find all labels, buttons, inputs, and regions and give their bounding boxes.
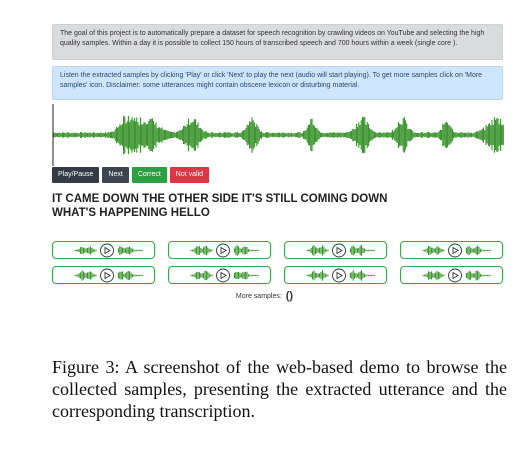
not-valid-button[interactable]: Not valid	[169, 167, 210, 183]
sample-item[interactable]	[284, 241, 387, 259]
play-icon	[332, 268, 346, 283]
sample-item[interactable]	[284, 266, 387, 284]
play-icon	[100, 243, 114, 258]
sample-waveform	[422, 243, 491, 258]
project-notice: The goal of this project is to automatic…	[52, 24, 503, 60]
waveform-path	[53, 115, 504, 155]
transcription-text: IT CAME DOWN THE OTHER SIDE IT'S STILL C…	[52, 193, 388, 219]
play-pause-button[interactable]: Play/Pause	[52, 167, 100, 183]
next-button[interactable]: Next	[102, 167, 129, 183]
samples-grid	[52, 241, 504, 284]
sample-waveform	[422, 268, 491, 283]
sample-item[interactable]	[168, 266, 271, 284]
instructions-alert: Listen the extracted samples by clicking…	[52, 66, 503, 100]
play-icon	[216, 268, 230, 283]
sample-item[interactable]	[52, 241, 155, 259]
player-controls: Play/Pause Next Correct Not valid	[52, 167, 212, 183]
play-icon	[448, 243, 462, 258]
sample-waveform	[306, 268, 375, 283]
sample-waveform	[190, 243, 259, 258]
sample-item[interactable]	[400, 241, 503, 259]
sample-waveform	[306, 243, 375, 258]
refresh-icon[interactable]: ()	[286, 290, 293, 302]
sample-item[interactable]	[400, 266, 503, 284]
play-icon	[216, 243, 230, 258]
sample-waveform	[74, 268, 143, 283]
more-samples-label: More samples:	[235, 293, 282, 300]
main-waveform[interactable]	[52, 104, 504, 166]
sample-waveform	[74, 243, 143, 258]
play-icon	[448, 268, 462, 283]
play-icon	[100, 268, 114, 283]
figure-caption: Figure 3: A screenshot of the web-based …	[52, 357, 507, 421]
sample-item[interactable]	[52, 266, 155, 284]
play-icon	[332, 243, 346, 258]
more-samples: More samples: ()	[0, 290, 529, 302]
sample-item[interactable]	[168, 241, 271, 259]
sample-waveform	[190, 268, 259, 283]
correct-button[interactable]: Correct	[131, 167, 167, 183]
